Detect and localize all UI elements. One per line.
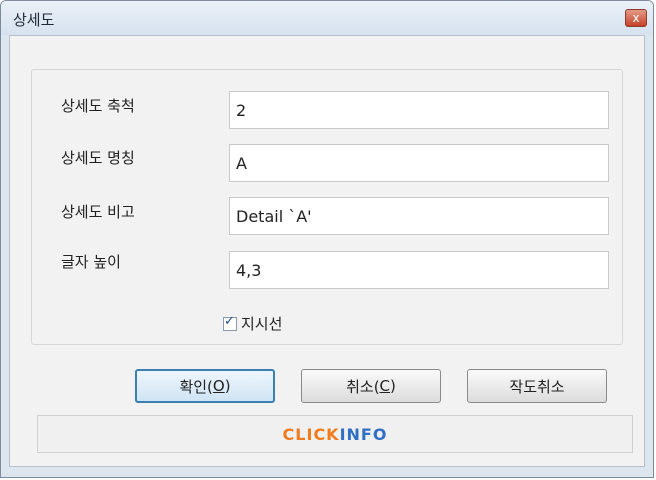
- footer-bar: CLICKINFO: [37, 415, 633, 453]
- ok-mnemonic: O: [212, 377, 225, 395]
- cancel-drawing-button[interactable]: 작도취소: [467, 369, 607, 403]
- checkmark-icon: ✓: [224, 313, 235, 329]
- ok-button[interactable]: 확인(O): [135, 369, 275, 403]
- cancel-button[interactable]: 취소(C): [301, 369, 441, 403]
- close-button[interactable]: x: [625, 9, 647, 27]
- title-bar[interactable]: 상세도 x: [1, 1, 653, 35]
- dialog-window: 상세도 x 상세도 축척 상세도 명칭 상세도 비고 글자 높이 ✓ 지시선 확…: [0, 0, 654, 478]
- cancel-button-suffix: ): [390, 377, 396, 395]
- text-height-label: 글자 높이: [61, 253, 121, 271]
- ok-button-suffix: ): [224, 377, 231, 395]
- leader-checkbox-row[interactable]: ✓ 지시선: [223, 313, 282, 334]
- note-label: 상세도 비고: [61, 203, 135, 221]
- brand-part-click: CLICK: [282, 424, 340, 444]
- cancel-drawing-label: 작도취소: [509, 377, 565, 396]
- text-height-input[interactable]: [229, 251, 609, 289]
- brand-logo: CLICKINFO: [283, 425, 388, 444]
- leader-checkbox-label: 지시선: [241, 315, 283, 333]
- ok-button-label: 확인(: [179, 377, 213, 396]
- close-icon: x: [632, 11, 640, 25]
- cancel-button-label: 취소(: [346, 377, 380, 396]
- note-input[interactable]: [229, 197, 609, 235]
- name-label: 상세도 명칭: [61, 149, 135, 167]
- window-title: 상세도: [13, 11, 55, 29]
- scale-label: 상세도 축척: [61, 97, 135, 115]
- leader-checkbox[interactable]: ✓: [223, 313, 237, 331]
- name-input[interactable]: [229, 144, 609, 182]
- scale-input[interactable]: [229, 91, 609, 129]
- cancel-mnemonic: C: [379, 377, 391, 395]
- brand-part-info: INFO: [339, 424, 388, 444]
